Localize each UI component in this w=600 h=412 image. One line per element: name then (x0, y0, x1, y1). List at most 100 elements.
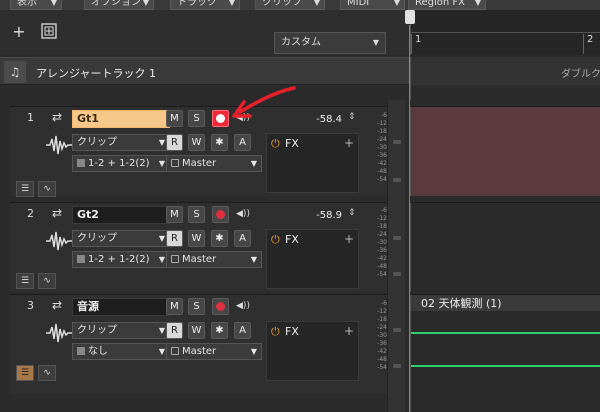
output-icon (171, 159, 179, 167)
automation-icon[interactable]: ∿ (38, 365, 56, 381)
menu-view[interactable]: 表示 ▼ (10, 0, 62, 10)
track-lane[interactable] (410, 106, 600, 196)
write-automation-button[interactable]: W (188, 322, 205, 339)
speaker-icon: ◀)) (236, 209, 250, 219)
music-note-icon: ♫ (4, 61, 26, 83)
auto-button[interactable]: A (234, 134, 251, 151)
annotation-arrow-icon (232, 86, 296, 118)
track-mode-dropdown[interactable]: クリップ ▼ (72, 134, 170, 151)
track-header[interactable]: 3 ⇄ 音源 M S ◀)) クリップ ▼ R W ✱ A なし ▼ Master ▼… (10, 294, 387, 394)
fx-rack[interactable]: ⏻ FX + (266, 321, 359, 381)
output-dropdown[interactable]: Master ▼ (166, 155, 262, 172)
track-view-icon[interactable]: ☰ (16, 273, 34, 289)
output-dropdown[interactable]: Master ▼ (166, 251, 262, 268)
write-automation-button[interactable]: W (188, 134, 205, 151)
volume-value[interactable]: -58.4 (302, 114, 342, 125)
menu-midi[interactable]: MIDI ▼ (340, 0, 405, 10)
level-meter: -6 -12 -18 -24 -30 -36 -42 -48 -54 (377, 207, 387, 278)
track-name-field[interactable]: 音源 (72, 298, 170, 316)
playhead-handle[interactable] (405, 10, 415, 24)
read-automation-button[interactable]: R (166, 134, 183, 151)
aux-button[interactable]: ✱ (211, 134, 228, 151)
track-header[interactable]: 2 ⇄ Gt2 M S ◀)) -58.9 ⇕ クリップ ▼ R W ✱ A 1-… (10, 202, 387, 292)
chevron-down-icon: ▼ (250, 159, 257, 168)
add-fx-icon[interactable]: + (344, 232, 354, 246)
footer-lane (410, 394, 600, 412)
chevron-down-icon: ▼ (158, 159, 165, 168)
menu-track[interactable]: トラック ▼ (170, 0, 240, 10)
mute-button[interactable]: M (166, 206, 183, 223)
volume-stepper-icon[interactable]: ⇕ (348, 208, 356, 218)
input-dropdown[interactable]: 1-2 + 1-2(2) ▼ (72, 251, 170, 268)
arranger-lane[interactable]: ダブルク (410, 57, 600, 85)
aux-button[interactable]: ✱ (211, 322, 228, 339)
add-track-button[interactable]: + (8, 22, 30, 44)
grip-handle[interactable] (393, 272, 401, 276)
solo-button[interactable]: S (188, 298, 205, 315)
grip-handle[interactable] (393, 364, 401, 368)
solo-button[interactable]: S (188, 110, 205, 127)
read-automation-button[interactable]: R (166, 322, 183, 339)
track-view-icon[interactable]: ☰ (16, 181, 34, 197)
record-arm-button[interactable] (212, 298, 229, 315)
timeline-ruler[interactable]: 1 2 (410, 10, 600, 55)
auto-button[interactable]: A (234, 230, 251, 247)
input-dropdown[interactable]: 1-2 + 1-2(2) ▼ (72, 155, 170, 172)
track-lane[interactable]: 02 天体観測 (1) (410, 294, 600, 394)
grip-handle[interactable] (393, 328, 401, 332)
track-number: 1 (27, 111, 34, 124)
track-view-icon[interactable]: ☰ (16, 365, 34, 381)
volume-value[interactable]: -58.9 (302, 210, 342, 221)
record-arm-button[interactable] (212, 206, 229, 223)
grip-handle[interactable] (393, 140, 401, 144)
track-settings-icon[interactable]: ⇄ (48, 206, 66, 222)
grip-handle[interactable] (393, 178, 401, 182)
arranger-track[interactable]: ♫ アレンジャートラック 1 (0, 57, 410, 85)
track-settings-icon[interactable]: ⇄ (48, 110, 66, 126)
add-fx-icon[interactable]: + (344, 324, 354, 338)
footer-space (0, 394, 410, 412)
write-automation-button[interactable]: W (188, 230, 205, 247)
splitter[interactable] (387, 100, 405, 412)
menu-options[interactable]: オプション ▼ (84, 0, 154, 10)
automation-icon[interactable]: ∿ (38, 181, 56, 197)
track-name-field[interactable]: Gt2 (72, 206, 170, 224)
add-fx-icon[interactable]: + (344, 136, 354, 150)
volume-stepper-icon[interactable]: ⇕ (348, 112, 356, 122)
automation-icon[interactable]: ∿ (38, 273, 56, 289)
audio-waveform-icon (44, 321, 74, 351)
playhead[interactable] (405, 10, 415, 412)
output-dropdown[interactable]: Master ▼ (166, 343, 262, 360)
record-arm-button[interactable] (212, 110, 229, 127)
fx-rack[interactable]: ⏻ FX + (266, 229, 359, 289)
input-monitor-button[interactable]: ◀)) (234, 298, 252, 315)
power-icon[interactable]: ⏻ (271, 325, 280, 339)
menu-clip[interactable]: クリップ ▼ (255, 0, 325, 10)
preset-dropdown[interactable]: カスタム ▼ (274, 32, 386, 54)
power-icon[interactable]: ⏻ (271, 233, 280, 247)
menu-region-fx[interactable]: Region FX ▼ (408, 0, 486, 10)
track-mode-dropdown[interactable]: クリップ ▼ (72, 230, 170, 247)
grip-handle[interactable] (393, 236, 401, 240)
read-automation-button[interactable]: R (166, 230, 183, 247)
track-mode-dropdown[interactable]: クリップ ▼ (72, 322, 170, 339)
clip-header[interactable]: 02 天体観測 (1) (411, 295, 600, 311)
mute-button[interactable]: M (166, 110, 183, 127)
track-header[interactable]: 1 ⇄ Gt1 M S ◀)) -58.4 ⇕ クリップ ▼ R W ✱ A 1-… (10, 106, 387, 197)
input-monitor-button[interactable]: ◀)) (234, 206, 252, 223)
level-meter: -6 -12 -18 -24 -30 -36 -42 -48 -54 (377, 112, 387, 183)
solo-button[interactable]: S (188, 206, 205, 223)
fx-rack[interactable]: ⏻ FX + (266, 133, 359, 193)
arranger-section-label: ダブルク (561, 69, 600, 80)
track-settings-icon[interactable]: ⇄ (48, 298, 66, 314)
auto-button[interactable]: A (234, 322, 251, 339)
track-lane[interactable] (410, 202, 600, 292)
mute-button[interactable]: M (166, 298, 183, 315)
input-dropdown[interactable]: なし ▼ (72, 343, 170, 360)
waveform-line (411, 332, 600, 334)
track-name-field[interactable]: Gt1 (72, 110, 170, 128)
power-icon[interactable]: ⏻ (271, 137, 280, 151)
record-icon (216, 210, 225, 219)
add-folder-button[interactable] (38, 22, 60, 44)
aux-button[interactable]: ✱ (211, 230, 228, 247)
